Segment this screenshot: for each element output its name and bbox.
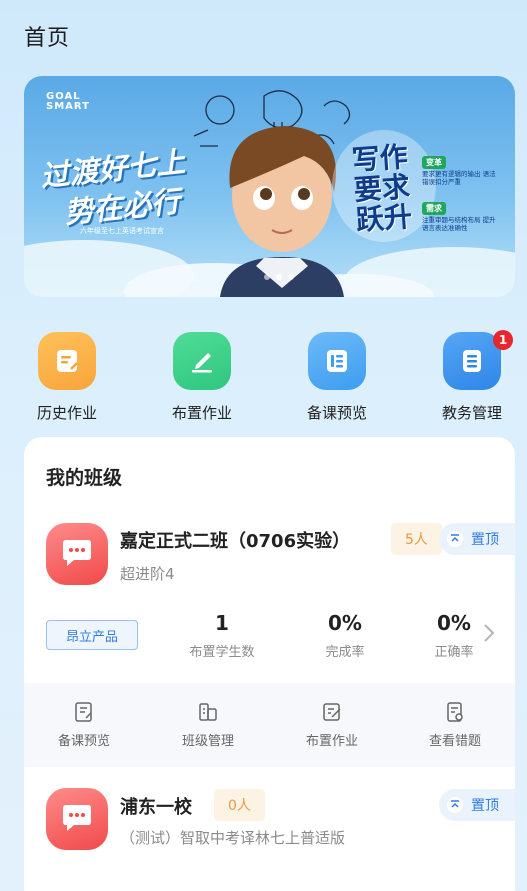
class-level: 超进阶4 (120, 565, 175, 583)
pin-top-icon (447, 531, 463, 547)
class-name[interactable]: 浦东一校 (120, 793, 192, 819)
banner-tag-demand-text: 注重审题与结构布局 提升语言表达准确性 (422, 216, 496, 232)
pin-top-icon (447, 797, 463, 813)
my-classes-title: 我的班级 (46, 467, 123, 489)
banner-pagination[interactable] (264, 274, 294, 280)
assign-homework-icon (323, 703, 341, 721)
pin-top-button[interactable]: 置顶 (439, 789, 515, 821)
academic-admin-icon: 1 (443, 330, 513, 390)
history-homework-icon (38, 332, 96, 390)
stat-completion-rate: 0% 完成率 (295, 611, 395, 660)
class-management-icon (199, 703, 217, 721)
stat-assigned-students: 1 布置学生数 (172, 611, 272, 660)
quick-action-history-homework[interactable]: 历史作业 (7, 332, 127, 423)
tool-lesson-preview[interactable]: 备课预览 (34, 701, 134, 749)
tool-label: 布置作业 (305, 734, 358, 749)
class-student-count: 5人 (391, 523, 442, 555)
tool-label: 备课预览 (57, 734, 110, 749)
banner-tag-change: 变革 (422, 156, 446, 169)
quick-action-label: 备课预览 (306, 404, 367, 422)
promo-banner[interactable]: GOAL SMART 过渡好七上 势在必行 六年级至七上英语考试宣言 写作要求跃… (24, 76, 515, 297)
tool-class-management[interactable]: 班级管理 (158, 701, 258, 749)
assign-homework-icon (173, 332, 231, 390)
pin-top-label: 置顶 (471, 798, 499, 814)
class-name[interactable]: 嘉定正式二班（0706实验） (120, 527, 350, 553)
class-chat-icon[interactable] (46, 788, 108, 850)
pin-top-button[interactable]: 置顶 (439, 523, 515, 555)
class-chat-icon[interactable] (46, 523, 108, 585)
boy-illustration (220, 126, 344, 297)
banner-tag-change-text: 要求更有逻辑的输出 语法错误扣分严重 (422, 170, 496, 186)
tool-label: 班级管理 (181, 734, 234, 749)
view-mistakes-icon (447, 702, 463, 722)
banner-dot[interactable] (288, 274, 294, 280)
my-classes-card: 我的班级 嘉定正式二班（0706实验） 5人 置顶 超进阶4 昂立产品 1 布置… (24, 437, 515, 891)
stat-value: 1 (215, 611, 229, 635)
stat-value: 0% (328, 611, 362, 635)
banner-tag-demand: 需求 (422, 202, 446, 215)
lesson-preview-icon (75, 702, 92, 722)
quick-action-label: 历史作业 (36, 404, 97, 422)
quick-action-label: 教务管理 (441, 404, 502, 422)
banner-subtitle: 六年级至七上英语考试宣言 (80, 227, 164, 235)
page-title: 首页 (24, 26, 71, 51)
quick-action-assign-homework[interactable]: 布置作业 (142, 332, 262, 423)
quick-action-label: 布置作业 (171, 404, 232, 422)
banner-logo: GOAL SMART (46, 91, 90, 112)
banner-right-title: 写作要求跃升 (350, 140, 414, 237)
stat-label: 完成率 (325, 645, 365, 660)
quick-action-academic-admin[interactable]: 1 教务管理 (412, 330, 527, 423)
pin-top-label: 置顶 (471, 532, 499, 548)
lesson-preview-icon (308, 332, 366, 390)
tool-view-mistakes[interactable]: 查看错题 (405, 701, 505, 749)
banner-dot-active[interactable] (276, 274, 282, 280)
quick-action-lesson-preview[interactable]: 备课预览 (277, 332, 397, 423)
notification-badge: 1 (493, 330, 513, 350)
class-level: （测试）智取中考译林七上普适版 (120, 829, 346, 847)
chevron-right-icon[interactable] (483, 623, 495, 647)
product-tag: 昂立产品 (46, 620, 138, 650)
banner-dot[interactable] (264, 274, 270, 280)
stat-label: 布置学生数 (189, 645, 255, 660)
tool-assign-homework[interactable]: 布置作业 (282, 701, 382, 749)
class-student-count: 0人 (214, 789, 265, 821)
tool-label: 查看错题 (428, 734, 481, 749)
class-tools-bar: 备课预览 班级管理 布置作业 查看错题 (24, 683, 515, 767)
